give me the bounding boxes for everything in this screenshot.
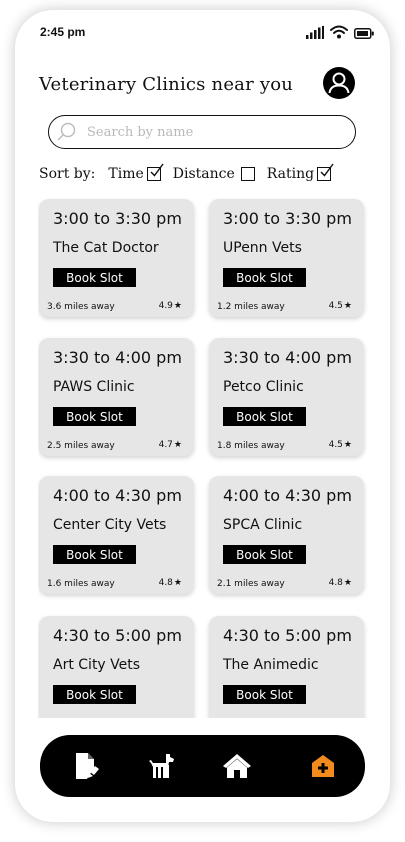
- rating-checkbox[interactable]: [317, 163, 334, 181]
- wifi-icon: [330, 24, 348, 43]
- star-icon: ★: [173, 578, 182, 588]
- distance-checkbox[interactable]: [240, 167, 255, 181]
- rating-value: 4.5: [328, 301, 343, 311]
- sort-option-label: Time: [108, 166, 144, 182]
- book-slot-button[interactable]: Book Slot: [53, 407, 136, 426]
- slot-time: 4:00 to 4:30 pm: [53, 486, 182, 505]
- book-slot-button[interactable]: Book Slot: [53, 268, 136, 287]
- distance-text: 3.6 miles away: [47, 302, 115, 312]
- sort-label: Sort by:: [39, 166, 96, 182]
- clinic-card[interactable]: 3:30 to 4:00 pm PAWS Clinic Book Slot 2.…: [39, 338, 194, 456]
- check-icon: [320, 163, 334, 177]
- nav-pets[interactable]: [145, 749, 179, 783]
- clinic-card[interactable]: 3:00 to 3:30 pm The Cat Doctor Book Slot…: [39, 199, 194, 317]
- rating-value: 4.5: [328, 440, 343, 450]
- distance-text: 2.5 miles away: [47, 441, 115, 451]
- dog-icon: [149, 754, 174, 778]
- clinic-card[interactable]: 4:00 to 4:30 pm SPCA Clinic Book Slot 2.…: [209, 476, 364, 594]
- phone-frame: 2:45 pm Veterinary Clinics near you Sear…: [15, 10, 390, 822]
- book-slot-button[interactable]: Book Slot: [223, 685, 306, 704]
- star-icon: ★: [343, 440, 352, 450]
- sort-option-rating[interactable]: Rating: [266, 163, 334, 182]
- distance-text: 2.1 miles away: [217, 579, 285, 589]
- status-bar: 2:45 pm: [15, 10, 390, 54]
- slot-time: 3:00 to 3:30 pm: [223, 209, 352, 228]
- signal-icon: [306, 24, 324, 43]
- rating-value: 4.8: [158, 578, 173, 588]
- book-slot-button[interactable]: Book Slot: [53, 685, 136, 704]
- clinic-name: Center City Vets: [53, 517, 167, 533]
- search-icon: [57, 122, 77, 142]
- sort-row: Sort by: Time Distance Rating: [39, 163, 334, 182]
- rating-value: 4.9: [158, 301, 173, 311]
- clinic-list: 3:00 to 3:30 pm The Cat Doctor Book Slot…: [38, 198, 368, 718]
- clinic-icon: [312, 755, 334, 777]
- status-time: 2:45 pm: [40, 25, 86, 39]
- nav-records[interactable]: [70, 749, 104, 783]
- home-icon: [223, 754, 251, 778]
- distance-text: 1.2 miles away: [217, 302, 285, 312]
- status-icons: [306, 24, 374, 43]
- slot-time: 3:30 to 4:00 pm: [53, 348, 182, 367]
- book-slot-button[interactable]: Book Slot: [223, 407, 306, 426]
- slot-time: 3:00 to 3:30 pm: [53, 209, 182, 228]
- nav-clinics[interactable]: [306, 749, 340, 783]
- clinic-name: UPenn Vets: [223, 240, 302, 256]
- distance-text: 1.8 miles away: [217, 441, 285, 451]
- slot-time: 4:30 to 5:00 pm: [53, 626, 182, 645]
- rating: 4.9 ★: [159, 301, 182, 311]
- clinic-name: Art City Vets: [53, 657, 141, 673]
- clinic-card[interactable]: 3:30 to 4:00 pm Petco Clinic Book Slot 1…: [209, 338, 364, 456]
- clinic-name: SPCA Clinic: [223, 517, 303, 533]
- star-icon: ★: [343, 301, 352, 311]
- battery-icon: [354, 24, 374, 43]
- rating: 4.5 ★: [329, 440, 352, 450]
- distance-text: 1.6 miles away: [47, 579, 115, 589]
- sort-option-time[interactable]: Time: [108, 163, 164, 182]
- rating-value: 4.7: [158, 440, 173, 450]
- star-icon: ★: [173, 440, 182, 450]
- star-icon: ★: [173, 301, 182, 311]
- book-slot-button[interactable]: Book Slot: [53, 545, 136, 564]
- bottom-nav: [40, 735, 365, 797]
- sort-option-label: Rating: [266, 166, 315, 182]
- star-icon: ★: [343, 578, 352, 588]
- clinic-card[interactable]: 4:00 to 4:30 pm Center City Vets Book Sl…: [39, 476, 194, 594]
- book-slot-button[interactable]: Book Slot: [223, 268, 306, 287]
- clinic-name: The Cat Doctor: [53, 240, 159, 256]
- nav-home[interactable]: [220, 749, 254, 783]
- check-icon: [150, 163, 164, 177]
- profile-avatar[interactable]: [322, 66, 356, 100]
- search-input[interactable]: [85, 123, 329, 141]
- rating: 4.5 ★: [329, 301, 352, 311]
- book-slot-button[interactable]: Book Slot: [223, 545, 306, 564]
- clinic-name: The Animedic: [223, 657, 319, 673]
- sort-option-distance[interactable]: Distance: [173, 166, 255, 182]
- page-title: Veterinary Clinics near you: [39, 74, 294, 95]
- rating: 4.7 ★: [159, 440, 182, 450]
- rating: 4.8 ★: [329, 578, 352, 588]
- user-icon: [323, 67, 355, 99]
- clinic-card[interactable]: 3:00 to 3:30 pm UPenn Vets Book Slot 1.2…: [209, 199, 364, 317]
- sort-option-label: Distance: [172, 166, 235, 182]
- rating: 4.8 ★: [159, 578, 182, 588]
- clinic-name: Petco Clinic: [223, 379, 304, 395]
- slot-time: 3:30 to 4:00 pm: [223, 348, 352, 367]
- records-icon: [76, 753, 99, 779]
- slot-time: 4:00 to 4:30 pm: [223, 486, 352, 505]
- slot-time: 4:30 to 5:00 pm: [223, 626, 352, 645]
- clinic-card[interactable]: 4:30 to 5:00 pm The Animedic Book Slot: [209, 616, 364, 718]
- clinic-card[interactable]: 4:30 to 5:00 pm Art City Vets Book Slot: [39, 616, 194, 718]
- time-checkbox[interactable]: [146, 163, 164, 181]
- rating-value: 4.8: [328, 578, 343, 588]
- clinic-name: PAWS Clinic: [53, 379, 135, 395]
- search-bar[interactable]: [48, 115, 356, 149]
